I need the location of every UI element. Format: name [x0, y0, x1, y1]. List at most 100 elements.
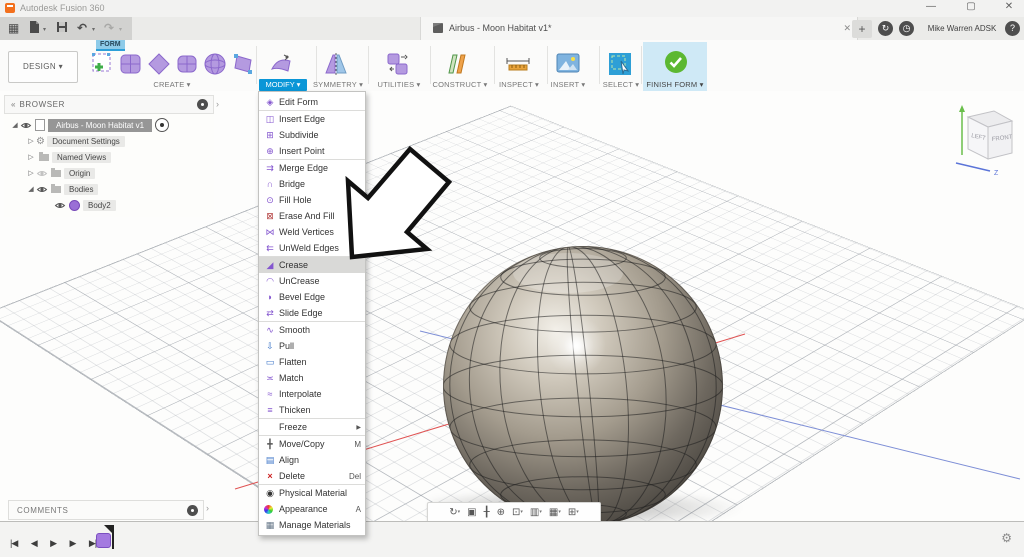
create-sphere-icon[interactable] — [202, 50, 228, 78]
menu-item-subdivide[interactable]: ⊞ Subdivide — [259, 127, 365, 143]
save-icon[interactable] — [56, 21, 68, 33]
visibility-eye-icon[interactable] — [36, 185, 48, 194]
maximize-button[interactable]: ▢ — [958, 1, 984, 12]
browser-header[interactable]: « BROWSER — [4, 95, 214, 114]
visibility-eye-icon[interactable] — [54, 201, 66, 210]
symmetry-icon[interactable] — [322, 50, 348, 78]
menu-item-manage-materials[interactable]: ▦ Manage Materials — [259, 517, 365, 533]
activate-component-icon[interactable] — [155, 118, 170, 132]
redo-caret-icon[interactable]: ▾ — [119, 26, 122, 33]
menu-item-insert-edge[interactable]: ◫ Insert Edge — [259, 110, 365, 127]
tree-row-bodies[interactable]: ◢ Bodies — [4, 181, 214, 197]
menu-item-smooth[interactable]: ∿ Smooth — [259, 321, 365, 338]
file-caret-icon[interactable]: ▾ — [43, 26, 46, 33]
menu-item-slide-edge[interactable]: ⇄ Slide Edge — [259, 305, 365, 321]
symmetry-group-label[interactable]: SYMMETRY ▾ — [308, 80, 368, 89]
timeline-marker-pole[interactable] — [112, 525, 114, 549]
inspect-icon[interactable] — [504, 50, 530, 78]
help-icon[interactable]: ? — [1005, 21, 1020, 36]
utilities-icon[interactable] — [384, 50, 410, 78]
viewports-icon[interactable]: ⊞▾ — [568, 504, 579, 521]
redo-icon[interactable]: ↷ — [104, 21, 114, 35]
tree-row-body2[interactable]: Body2 — [4, 197, 214, 213]
insert-group-label[interactable]: INSERT ▾ — [545, 80, 591, 89]
menu-item-thicken[interactable]: ≡ Thicken — [259, 402, 365, 418]
expanded-triangle-icon[interactable]: ◢ — [26, 185, 36, 193]
collapsed-triangle-icon[interactable]: ▷ — [26, 137, 36, 145]
menu-item-align[interactable]: ▤ Align — [259, 452, 365, 468]
create-cylinder-icon[interactable] — [174, 50, 200, 78]
collapse-panel-icon[interactable]: « — [11, 100, 15, 109]
create-plane-icon[interactable] — [146, 50, 172, 78]
menu-item-freeze[interactable]: Freeze ▶ — [259, 418, 365, 435]
tree-root-row[interactable]: ◢ Airbus - Moon Habitat v1 — [4, 117, 214, 133]
collapsed-triangle-icon[interactable]: ▷ — [26, 153, 36, 161]
modify-edit-form-icon[interactable] — [268, 50, 294, 78]
menu-item-weld-vertices[interactable]: ⋈ Weld Vertices — [259, 224, 365, 240]
visibility-eye-icon[interactable] — [36, 169, 48, 178]
undo-caret-icon[interactable]: ▾ — [92, 26, 95, 33]
close-button[interactable]: ✕ — [996, 1, 1022, 12]
menu-item-move-copy[interactable]: ╋ Move/Copy M — [259, 435, 365, 452]
insert-icon[interactable] — [555, 50, 581, 78]
menu-item-bevel-edge[interactable]: ◗ Bevel Edge — [259, 289, 365, 305]
select-icon[interactable] — [607, 50, 633, 78]
create-group-label[interactable]: CREATE ▾ — [92, 80, 252, 89]
menu-item-appearance[interactable]: Appearance A — [259, 501, 365, 517]
settings-gear-icon[interactable]: ⚙ — [1001, 531, 1012, 545]
document-tab[interactable]: Airbus - Moon Habitat v1* ✕ — [420, 17, 858, 40]
comments-resize-handle[interactable]: › — [206, 503, 209, 513]
file-icon[interactable] — [29, 20, 40, 34]
construct-icon[interactable] — [444, 50, 470, 78]
construct-group-label[interactable]: CONSTRUCT ▾ — [428, 80, 492, 89]
undo-icon[interactable]: ↶ — [77, 21, 87, 35]
look-at-icon[interactable]: ▣ — [467, 504, 476, 521]
menu-item-erase-and-fill[interactable]: ⊠ Erase And Fill — [259, 208, 365, 224]
menu-item-merge-edge[interactable]: ⇉ Merge Edge — [259, 159, 365, 176]
fit-icon[interactable]: ⊡▾ — [512, 504, 523, 521]
tree-row-named-views[interactable]: ▷ Named Views — [4, 149, 214, 165]
menu-item-pull[interactable]: ⇩ Pull — [259, 338, 365, 354]
create-box-icon[interactable] — [118, 50, 144, 78]
grid-settings-icon[interactable]: ▦▾ — [549, 504, 561, 521]
collapsed-triangle-icon[interactable]: ▷ — [26, 169, 36, 177]
menu-item-match[interactable]: ≍ Match — [259, 370, 365, 386]
tspline-sphere-body[interactable] — [440, 243, 726, 521]
app-grid-icon[interactable]: ▦ — [8, 21, 19, 35]
play-button[interactable]: ▶ — [50, 538, 57, 549]
view-cube[interactable]: LEFT FRONT Z — [950, 97, 1020, 177]
finish-form-button[interactable]: FINISH FORM ▾ — [643, 42, 707, 91]
zoom-icon[interactable]: ⊕ — [497, 504, 505, 521]
tree-row-document-settings[interactable]: ▷ ⚙ Document Settings — [4, 133, 214, 149]
menu-item-interpolate[interactable]: ≈ Interpolate — [259, 386, 365, 402]
pan-icon[interactable]: ╂ — [484, 504, 490, 521]
create-form-icon[interactable] — [90, 50, 116, 78]
tree-node-label[interactable]: Named Views — [52, 151, 112, 163]
minimize-button[interactable]: — — [918, 1, 944, 12]
tree-node-label[interactable]: Document Settings — [47, 135, 125, 147]
comments-options-icon[interactable] — [187, 504, 198, 516]
menu-item-bridge[interactable]: ∩ Bridge — [259, 176, 365, 192]
tree-node-label[interactable]: Body2 — [83, 199, 116, 211]
recent-activity-icon[interactable]: ◷ — [899, 21, 914, 36]
comments-panel[interactable]: COMMENTS — [8, 500, 204, 520]
extensions-icon[interactable]: ↻ — [878, 21, 893, 36]
tree-node-label[interactable]: Bodies — [64, 183, 99, 195]
step-back-button[interactable]: ◀ — [31, 538, 38, 549]
tree-node-label[interactable]: Origin — [64, 167, 96, 179]
menu-item-edit-form[interactable]: ◈ Edit Form — [259, 94, 365, 110]
step-forward-button[interactable]: ▶ — [69, 538, 76, 549]
visibility-eye-icon[interactable] — [20, 121, 32, 130]
root-node-label[interactable]: Airbus - Moon Habitat v1 — [48, 118, 153, 132]
user-account-button[interactable]: Mike Warren ADSK — [920, 24, 1004, 33]
new-tab-button[interactable]: + — [852, 20, 872, 38]
utilities-group-label[interactable]: UTILITIES ▾ — [372, 80, 426, 89]
menu-item-delete[interactable]: × Delete Del — [259, 468, 365, 484]
inspect-group-label[interactable]: INSPECT ▾ — [494, 80, 544, 89]
orbit-icon[interactable]: ↻▾ — [449, 504, 460, 521]
select-group-label[interactable]: SELECT ▾ — [598, 80, 644, 89]
browser-resize-handle[interactable]: › — [216, 99, 219, 109]
menu-item-crease[interactable]: ◢ Crease — [259, 256, 365, 273]
menu-item-physical-material[interactable]: ◉ Physical Material — [259, 484, 365, 501]
skip-to-start-button[interactable]: |◀ — [10, 538, 18, 549]
